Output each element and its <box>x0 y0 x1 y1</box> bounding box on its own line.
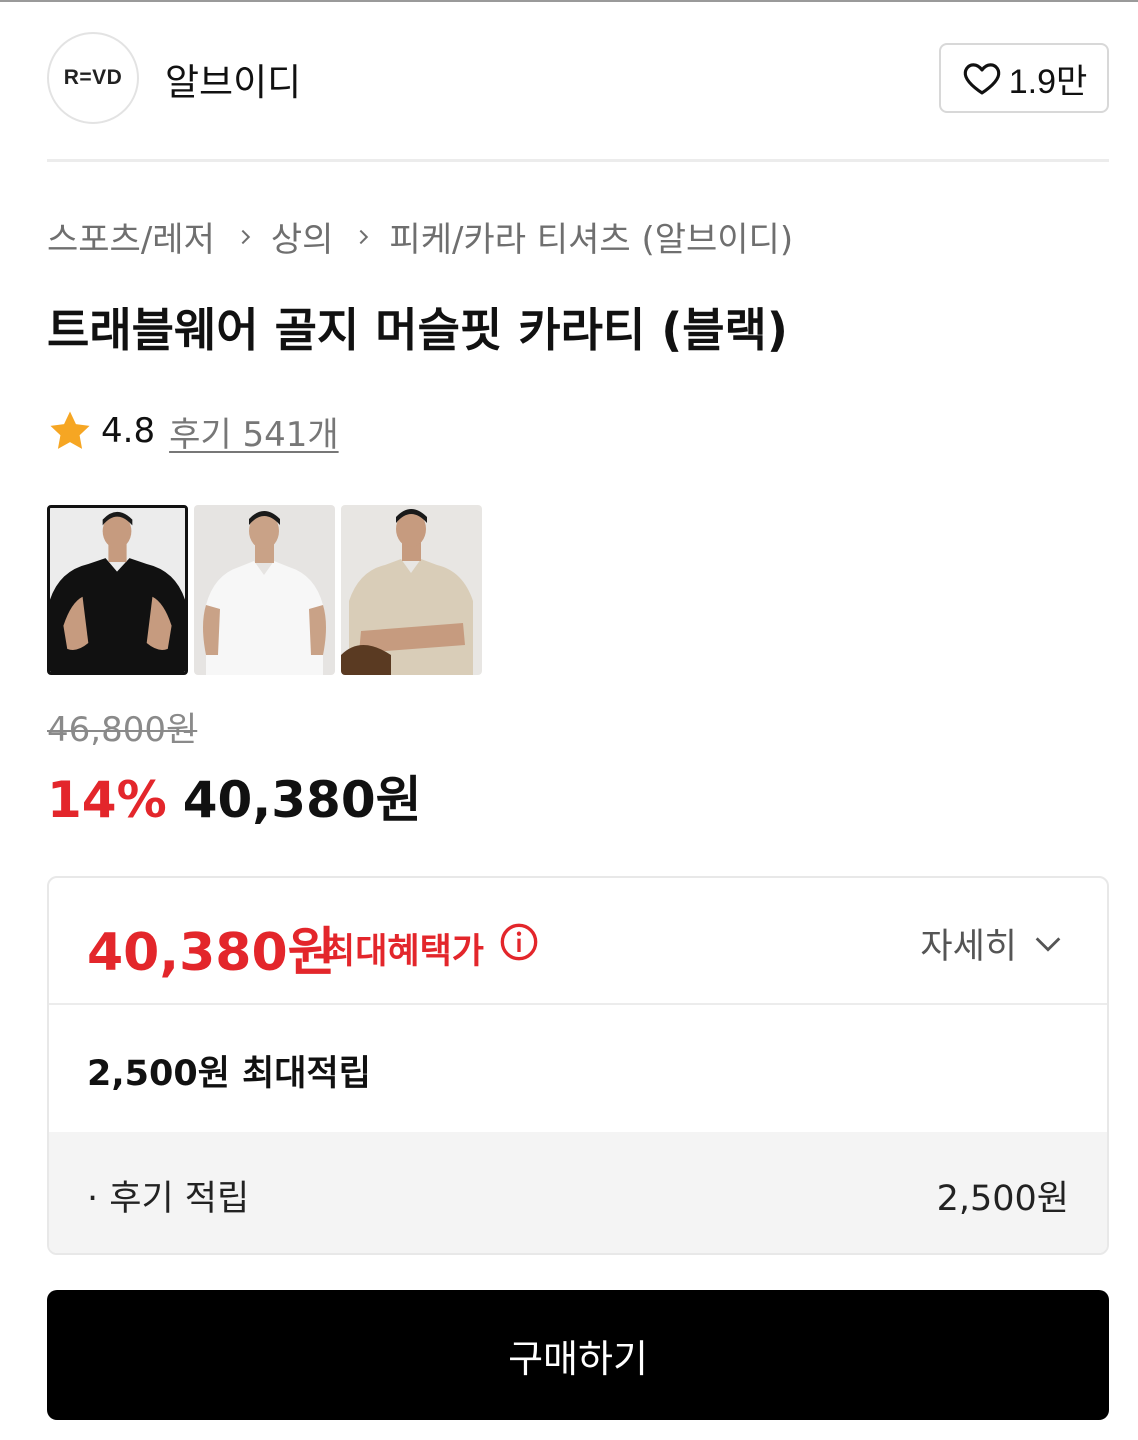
breadcrumb-item-sports[interactable]: 스포츠/레저 <box>47 212 215 261</box>
detail-toggle[interactable]: 자세히 <box>920 918 1065 969</box>
brand-header: R=VD 알브이디 1.9만 <box>47 30 1109 126</box>
chevron-right-icon <box>353 226 375 248</box>
thumbnail-beige[interactable] <box>341 505 482 675</box>
review-point-row: · 후기 적립 2,500원 <box>49 1132 1107 1253</box>
benefit-card: 40,380원 최대혜택가 자세히 2,500원 최대적립 · 후기 적립 2,… <box>47 876 1109 1255</box>
review-point-label: · 후기 적립 <box>87 1179 250 1219</box>
chevron-down-icon <box>1035 936 1061 952</box>
product-title: 트래블웨어 골지 머슬핏 카라티 (블랙) <box>47 303 788 357</box>
brand-logo[interactable]: R=VD <box>47 32 139 124</box>
points-summary: 2,500원 최대적립 <box>87 1054 371 1094</box>
rating-value: 4.8 <box>101 411 156 451</box>
breadcrumb-item-pique[interactable]: 피케/카라 티셔츠 (알브이디) <box>389 212 793 261</box>
thumbnail-strip <box>47 505 482 675</box>
thumbnail-white[interactable] <box>194 505 335 675</box>
info-icon[interactable] <box>499 922 539 962</box>
max-benefit-label: 최대혜택가 <box>323 932 485 972</box>
review-point-value: 2,500원 <box>936 1179 1069 1219</box>
price-row: 14% 40,380원 <box>47 760 422 832</box>
breadcrumb-item-tops[interactable]: 상의 <box>271 212 334 261</box>
chevron-right-icon <box>235 226 257 248</box>
points-summary-row: 2,500원 최대적립 <box>49 1005 1107 1132</box>
brand-name[interactable]: 알브이디 <box>165 52 301 106</box>
benefit-header: 40,380원 최대혜택가 자세히 <box>49 878 1107 1005</box>
review-count-link[interactable]: 후기 541개 <box>169 407 339 456</box>
max-benefit-price: 40,380원 <box>87 923 336 983</box>
buy-button[interactable]: 구매하기 <box>47 1290 1109 1420</box>
breadcrumb: 스포츠/레저 상의 피케/카라 티셔츠 (알브이디) <box>47 212 793 261</box>
discount-rate: 14% <box>47 771 167 829</box>
detail-label: 자세히 <box>920 927 1017 967</box>
header-divider <box>47 159 1109 162</box>
top-rule <box>0 0 1138 2</box>
thumbnail-black[interactable] <box>47 505 188 675</box>
rating-row: 4.8 후기 541개 <box>47 406 339 456</box>
heart-icon <box>963 63 1000 95</box>
like-count: 1.9만 <box>1008 62 1088 101</box>
original-price: 46,800원 <box>47 710 198 750</box>
like-button[interactable]: 1.9만 <box>939 43 1109 113</box>
star-icon <box>50 411 90 449</box>
sale-price: 40,380원 <box>182 771 422 829</box>
